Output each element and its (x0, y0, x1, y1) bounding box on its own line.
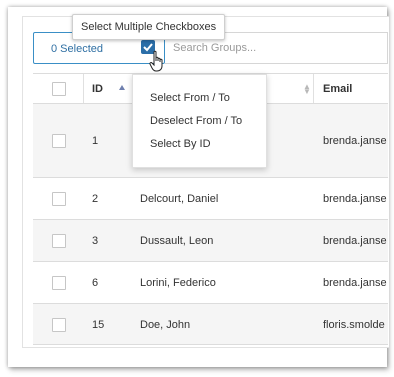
column-divider (313, 74, 314, 104)
row-email: brenda.janse (323, 235, 387, 247)
row-name: Delcourt, Daniel (140, 193, 219, 205)
row-id: 6 (92, 277, 99, 289)
menu-item-select-by-id[interactable]: Select By ID (150, 138, 211, 150)
table-row[interactable]: 2 Delcourt, Daniel brenda.janse (33, 177, 388, 219)
row-email: floris.smolde (323, 319, 385, 331)
row-checkbox[interactable] (52, 192, 66, 206)
row-id: 3 (92, 235, 99, 247)
row-checkbox[interactable] (52, 318, 66, 332)
table-bottom-border (33, 344, 388, 345)
row-email: brenda.janse (323, 135, 387, 147)
menu-item-select-from-to[interactable]: Select From / To (150, 92, 230, 104)
row-name: Dussault, Leon (140, 235, 214, 247)
table-row[interactable]: 6 Lorini, Federico brenda.janse (33, 261, 388, 303)
row-id: 1 (92, 135, 99, 147)
row-name: Lorini, Federico (140, 277, 216, 289)
row-name: Doe, John (140, 319, 191, 331)
row-checkbox[interactable] (52, 234, 66, 248)
row-id: 2 (92, 193, 99, 205)
table-row[interactable]: 3 Dussault, Leon brenda.janse (33, 219, 388, 261)
selected-count-label: 0 Selected (51, 43, 103, 55)
row-checkbox[interactable] (52, 276, 66, 290)
row-id: 15 (92, 319, 105, 331)
sort-ascending-icon[interactable] (119, 85, 125, 90)
tooltip: Select Multiple Checkboxes (72, 14, 226, 40)
row-email: brenda.janse (323, 193, 387, 205)
multi-select-menu: Select From / To Deselect From / To Sele… (132, 74, 267, 168)
email-column-header[interactable]: Email (323, 83, 352, 95)
select-all-checkbox[interactable] (52, 82, 66, 96)
id-column-header[interactable]: ID (92, 83, 103, 95)
row-email: brenda.janse (323, 277, 387, 289)
row-checkbox[interactable] (52, 134, 66, 148)
hand-cursor-icon (149, 50, 163, 72)
column-divider (83, 74, 84, 104)
menu-item-deselect-from-to[interactable]: Deselect From / To (150, 115, 242, 127)
sort-unsorted-icon[interactable]: ▲ ▼ (303, 83, 311, 96)
table-row[interactable]: 15 Doe, John floris.smolde (33, 303, 388, 345)
